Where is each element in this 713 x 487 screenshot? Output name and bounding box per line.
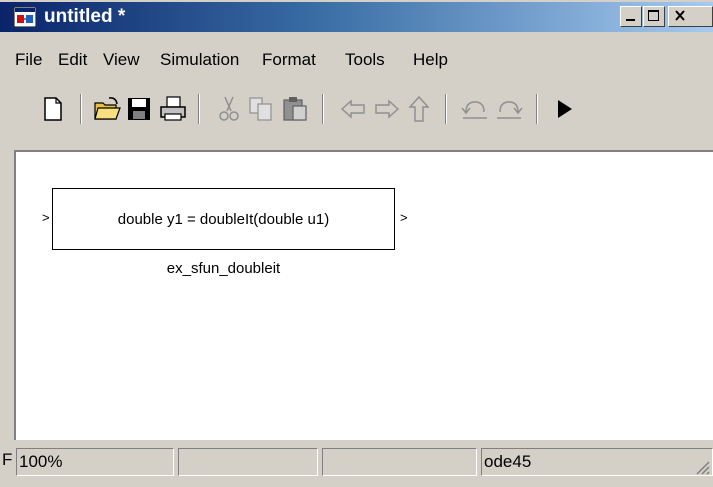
undo-icon: [461, 101, 487, 119]
menu-bar: File Edit View Simulation Format Tools H…: [0, 32, 713, 72]
arrow-right-icon: [375, 99, 400, 119]
status-solver: ode45: [481, 448, 713, 476]
toolbar-separator: [322, 94, 324, 124]
menu-simulation[interactable]: Simulation: [160, 50, 239, 70]
toolbar-separator: [80, 94, 82, 124]
close-icon: [675, 10, 685, 21]
paste-button[interactable]: [280, 94, 310, 124]
resize-grip-icon[interactable]: [693, 458, 711, 476]
save-button[interactable]: [124, 94, 154, 124]
model-canvas[interactable]: > double y1 = doubleIt(double u1) > ex_s…: [14, 150, 713, 440]
status-zoom: 100%: [16, 448, 174, 476]
maximize-icon: [648, 10, 659, 21]
minimize-icon: [626, 19, 635, 21]
status-cell-3: [322, 448, 477, 476]
open-folder-icon: [94, 97, 121, 120]
block-input-port[interactable]: >: [42, 210, 50, 225]
menu-help[interactable]: Help: [413, 50, 448, 70]
redo-button[interactable]: [494, 94, 524, 124]
paste-clipboard-icon: [283, 97, 307, 121]
start-simulation-button[interactable]: [550, 94, 580, 124]
block-signature: double y1 = doubleIt(double u1): [117, 210, 330, 228]
arrow-left-icon: [340, 99, 365, 119]
menu-view[interactable]: View: [103, 50, 140, 70]
forward-button[interactable]: [372, 94, 402, 124]
redo-icon: [497, 101, 523, 119]
new-document-icon: [44, 97, 62, 121]
printer-icon: [160, 96, 186, 121]
menu-tools[interactable]: Tools: [345, 50, 385, 70]
minimize-button[interactable]: [620, 6, 642, 27]
title-bar: untitled *: [0, 0, 713, 32]
close-button[interactable]: [668, 6, 713, 27]
toolbar-separator: [445, 94, 447, 124]
menu-format[interactable]: Format: [262, 50, 316, 70]
up-button[interactable]: [404, 94, 434, 124]
play-icon: [558, 100, 572, 118]
block-name-label[interactable]: ex_sfun_doubleit: [52, 260, 395, 277]
arrow-up-icon: [408, 95, 430, 122]
open-button[interactable]: [92, 94, 122, 124]
copy-icon: [249, 97, 272, 121]
scissors-icon: [219, 96, 239, 121]
block-output-port[interactable]: >: [400, 210, 408, 225]
status-cell-2: [178, 448, 318, 476]
simulink-app-icon: [14, 7, 36, 27]
s-function-block[interactable]: double y1 = doubleIt(double u1): [52, 188, 395, 250]
undo-button[interactable]: [460, 94, 490, 124]
toolbar-separator: [536, 94, 538, 124]
toolbar-separator: [198, 94, 200, 124]
status-left-text: F: [2, 450, 13, 469]
window-title: untitled *: [44, 6, 126, 27]
toolbar: [0, 72, 713, 148]
print-button[interactable]: [158, 94, 188, 124]
maximize-button[interactable]: [643, 6, 665, 27]
copy-button[interactable]: [246, 94, 276, 124]
save-disk-icon: [128, 98, 150, 120]
back-button[interactable]: [338, 94, 368, 124]
menu-file[interactable]: File: [15, 50, 42, 70]
status-bar: F 100% ode45: [0, 446, 713, 487]
new-model-button[interactable]: [38, 94, 68, 124]
cut-button[interactable]: [214, 94, 244, 124]
menu-edit[interactable]: Edit: [58, 50, 87, 70]
